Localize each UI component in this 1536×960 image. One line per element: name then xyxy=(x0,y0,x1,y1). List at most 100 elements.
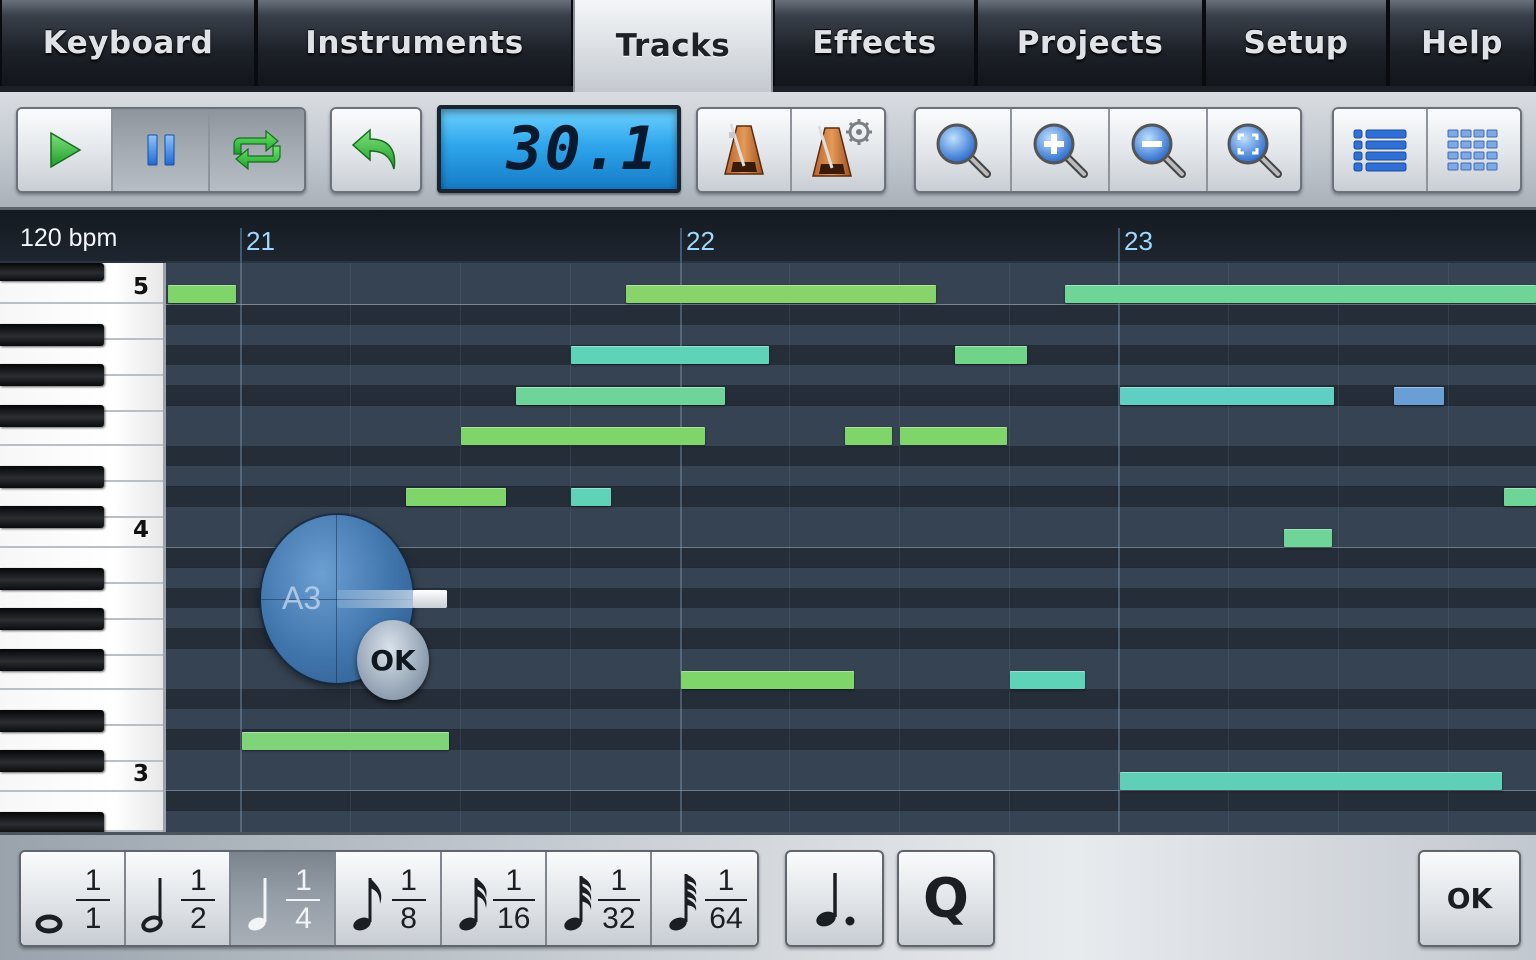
loop-button[interactable] xyxy=(210,109,304,191)
grid-view-button[interactable] xyxy=(1428,109,1520,191)
note-block[interactable] xyxy=(571,488,611,506)
note-block[interactable] xyxy=(242,732,449,750)
black-key[interactable] xyxy=(0,364,104,386)
note-fraction: 1 64 xyxy=(704,864,747,936)
black-key[interactable] xyxy=(0,568,104,590)
metronome-button[interactable] xyxy=(698,109,792,191)
jog-ok-button[interactable]: OK xyxy=(357,620,429,700)
note-block[interactable] xyxy=(900,427,1007,445)
black-key[interactable] xyxy=(0,812,104,832)
note-block[interactable] xyxy=(1504,488,1536,506)
bar-label-21: 21 xyxy=(246,226,275,256)
view-group xyxy=(1332,107,1522,193)
zoom-fit-icon xyxy=(1227,123,1282,178)
beat-line xyxy=(789,263,790,832)
note-lane xyxy=(166,345,1536,366)
note-block[interactable] xyxy=(571,346,769,364)
black-key[interactable] xyxy=(0,710,104,732)
note-block[interactable] xyxy=(1120,387,1334,405)
note-length-group: 11 12 14 1 8 1 16 1 32 1 64 xyxy=(19,850,759,947)
zoom-out-icon xyxy=(1131,123,1186,178)
tab-tracks[interactable]: Tracks xyxy=(573,0,773,92)
note-lane xyxy=(166,790,1536,811)
bar-label-22: 22 xyxy=(686,226,715,256)
note-block[interactable] xyxy=(406,488,506,506)
metronome-settings-button[interactable] xyxy=(792,109,884,191)
quantize-button[interactable]: Q xyxy=(897,850,995,947)
undo-button[interactable] xyxy=(332,109,420,191)
tempo-label: 120 bpm xyxy=(20,224,118,252)
black-key[interactable] xyxy=(0,263,104,281)
tab-setup[interactable]: Setup xyxy=(1204,0,1388,86)
beat-line xyxy=(1338,263,1339,832)
music-studio-app: Keyboard Instruments Tracks Effects Proj… xyxy=(0,0,1536,960)
length-handle-knob[interactable] xyxy=(413,590,447,608)
play-button[interactable] xyxy=(18,109,113,191)
black-key[interactable] xyxy=(0,466,104,488)
note-block[interactable] xyxy=(845,427,892,445)
note-fraction: 1 32 xyxy=(597,864,640,936)
octave-label-5: 5 xyxy=(132,274,149,300)
note-length-thirtysecond-button[interactable]: 1 32 xyxy=(546,852,652,945)
tab-projects[interactable]: Projects xyxy=(976,0,1204,86)
note-value-bar: 11 12 14 1 8 1 16 1 32 1 64 Q OK xyxy=(0,832,1536,960)
tab-help[interactable]: Help xyxy=(1388,0,1536,86)
metronome-icon xyxy=(724,123,764,175)
piano-keyboard[interactable]: 5 4 3 xyxy=(0,263,166,832)
tab-effects[interactable]: Effects xyxy=(773,0,976,86)
black-key[interactable] xyxy=(0,506,104,528)
note-lane xyxy=(166,466,1536,487)
zoom-reset-button[interactable] xyxy=(916,109,1012,191)
black-key[interactable] xyxy=(0,649,104,671)
piano-roll: 5 4 3 xyxy=(0,263,1536,832)
zoom-in-button[interactable] xyxy=(1012,109,1110,191)
note-length-quarter-button[interactable]: 14 xyxy=(231,852,337,945)
ok-button[interactable]: OK xyxy=(1418,850,1521,947)
loop-icon xyxy=(233,129,281,171)
note-lane xyxy=(166,263,1536,285)
transport-group xyxy=(16,107,306,193)
note-block[interactable] xyxy=(955,346,1027,364)
note-length-handle[interactable] xyxy=(337,590,447,608)
note-fraction: 1 16 xyxy=(492,864,535,936)
note-block[interactable] xyxy=(626,285,936,303)
note-block[interactable] xyxy=(1010,671,1085,689)
black-key[interactable] xyxy=(0,405,104,427)
black-key[interactable] xyxy=(0,608,104,630)
note-block[interactable] xyxy=(1394,387,1444,405)
pause-icon xyxy=(147,134,174,166)
note-block[interactable] xyxy=(168,285,236,303)
note-block[interactable] xyxy=(1065,285,1536,303)
note-length-sixtyfourth-button[interactable]: 1 64 xyxy=(651,852,757,945)
list-view-button[interactable] xyxy=(1334,109,1428,191)
note-block[interactable] xyxy=(1284,529,1332,547)
note-block[interactable] xyxy=(1120,772,1502,790)
tab-keyboard[interactable]: Keyboard xyxy=(0,0,256,86)
note-block[interactable] xyxy=(681,671,854,689)
grid-view-icon xyxy=(1447,129,1498,171)
zoom-group xyxy=(914,107,1302,193)
dotted-note-button[interactable] xyxy=(785,850,884,947)
zoom-reset-icon xyxy=(936,123,991,178)
note-lane xyxy=(166,487,1536,508)
bar-marker xyxy=(680,228,682,263)
note-block[interactable] xyxy=(516,387,725,405)
pause-button[interactable] xyxy=(113,109,210,191)
black-key[interactable] xyxy=(0,324,104,346)
zoom-fit-button[interactable] xyxy=(1208,109,1300,191)
note-block[interactable] xyxy=(461,427,705,445)
note-lane xyxy=(166,406,1536,427)
note-length-sixteenth-button[interactable]: 1 16 xyxy=(441,852,547,945)
beat-line xyxy=(899,263,900,832)
note-length-half-button[interactable]: 12 xyxy=(126,852,232,945)
black-key[interactable] xyxy=(0,750,104,772)
zoom-out-button[interactable] xyxy=(1110,109,1208,191)
octave-label-4: 4 xyxy=(132,517,149,543)
note-fraction: 12 xyxy=(181,864,216,936)
note-length-eighth-button[interactable]: 18 xyxy=(336,852,442,945)
tab-instruments[interactable]: Instruments xyxy=(256,0,573,86)
bar-line xyxy=(1118,263,1120,832)
timeline-ruler[interactable]: 120 bpm 21 22 23 xyxy=(0,210,1536,263)
beat-line xyxy=(460,263,461,832)
note-length-whole-button[interactable]: 11 xyxy=(21,852,127,945)
